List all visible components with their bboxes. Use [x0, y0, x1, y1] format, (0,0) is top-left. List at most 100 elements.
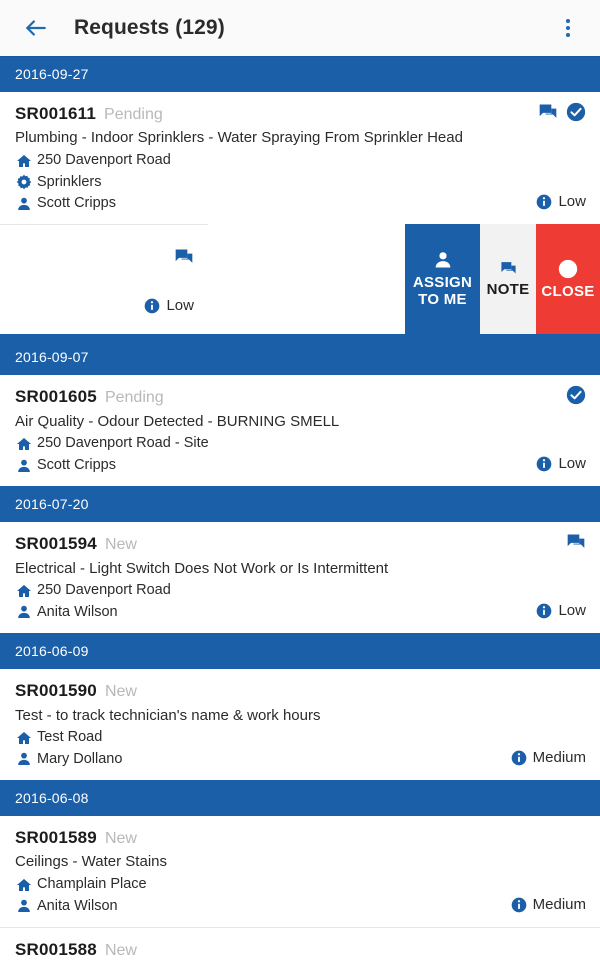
- arrow-left-icon: [23, 15, 49, 41]
- request-description: Plumbing - Indoor Sprinklers - Water Spr…: [15, 129, 463, 147]
- request-description: Air Quality - Odour Detected - BURNING S…: [15, 412, 340, 430]
- home-icon-wrap: [15, 583, 32, 600]
- request-assignee: Scott Cripps: [15, 195, 586, 212]
- request-row[interactable]: SR001605 Pending Air Quality - Odour Detec…: [0, 375, 600, 487]
- date-group-header: 2016-07-20: [0, 486, 600, 523]
- request-row[interactable]: SR001589 New Ceilings - Water Stains Champl…: [0, 816, 600, 927]
- home-icon: [16, 583, 32, 599]
- info-icon: [536, 603, 552, 619]
- check-circle-button[interactable]: [566, 385, 586, 405]
- more-vertical-icon: [566, 33, 570, 37]
- home-icon-wrap: [15, 729, 32, 746]
- request-title-line: SR001589 New: [15, 828, 586, 848]
- request-id: SR001594: [15, 534, 97, 554]
- person-icon: [16, 458, 32, 474]
- note-action-button[interactable]: NOTE: [480, 224, 536, 335]
- request-description: Ceilings - Water Stains: [15, 853, 167, 871]
- request-assignee-label: Anita Wilson: [37, 897, 118, 914]
- check-circle-button[interactable]: [566, 102, 586, 122]
- status-badge: New: [104, 830, 137, 848]
- priority-label: Medium: [532, 749, 586, 767]
- request-title-line: SR001590 New: [15, 681, 586, 701]
- status-badge: New: [104, 683, 137, 701]
- home-icon: [16, 436, 32, 452]
- status-badge: Pending: [104, 106, 163, 123]
- request-row[interactable]: SR001590 New Test - to track technician's …: [0, 669, 600, 781]
- check-circle-icon: [566, 385, 586, 405]
- person-icon: [433, 250, 453, 270]
- request-status-icons: [566, 385, 586, 405]
- request-row[interactable]: SR001610 Be Opened or Closed Low ASSIGN TO …: [0, 224, 600, 335]
- assign-action-button[interactable]: ASSIGN TO ME: [405, 224, 480, 335]
- request-status-icons: [174, 247, 194, 267]
- request-title-line: SR001605 Pending: [15, 387, 586, 407]
- comment-icon: [500, 260, 517, 277]
- back-button[interactable]: [16, 8, 56, 48]
- comment-icon: [566, 532, 586, 552]
- home-icon-wrap: [15, 876, 32, 893]
- person-icon-wrap: [15, 604, 32, 621]
- request-location-label: 250 Davenport Road: [37, 582, 171, 599]
- date-group-label: 2016-07-20: [15, 496, 89, 513]
- request-row-content[interactable]: SR001611 Pending Plumbing - Indoor Sprinkl…: [0, 92, 600, 225]
- comment-button[interactable]: [566, 532, 586, 552]
- status-badge: Pending: [104, 389, 164, 407]
- date-group-label: 2016-06-09: [15, 643, 89, 660]
- request-status-icons: [538, 102, 586, 122]
- page-title: Requests (129): [74, 16, 225, 39]
- comment-icon: [174, 247, 194, 267]
- close-action-button[interactable]: CLOSE: [536, 224, 600, 335]
- request-location: 250 Davenport Road: [15, 582, 586, 599]
- date-group-label: 2016-09-07: [15, 349, 89, 366]
- request-row-content[interactable]: SR001605 Pending Air Quality - Odour Detec…: [0, 375, 600, 487]
- date-group-label: 2016-06-08: [15, 790, 89, 807]
- date-group-header: 2016-09-07: [0, 339, 600, 376]
- request-id: SR001589: [15, 828, 97, 848]
- person-icon: [16, 196, 32, 212]
- request-row-content[interactable]: SR001594 New Electrical - Light Switch Doe…: [0, 522, 600, 634]
- request-location-label: 250 Davenport Road - Site: [37, 435, 209, 452]
- request-asset: Sprinklers: [15, 174, 586, 191]
- request-assignee: Mary Dollano: [15, 751, 586, 768]
- request-title-line: SR001594 New: [15, 534, 586, 554]
- requests-list[interactable]: 2016-09-27 SR001611 Pending Plumbing - Indo…: [0, 56, 600, 960]
- request-row[interactable]: SR001588NewDoors - Exterior - Broken, Of…: [0, 927, 600, 960]
- close-action-label: CLOSE: [541, 282, 595, 300]
- note-action-label: NOTE: [486, 281, 530, 299]
- priority-label: Low: [166, 297, 194, 315]
- request-row-content[interactable]: SR001589 New Ceilings - Water Stains Champl…: [0, 816, 600, 927]
- date-group-header: 2016-06-08: [0, 780, 600, 817]
- date-group-header: 2016-09-27: [0, 56, 600, 92]
- comment-button[interactable]: [174, 247, 194, 267]
- home-icon: [16, 877, 32, 893]
- assign-action-label: ASSIGN TO ME: [412, 274, 473, 308]
- person-icon: [16, 751, 32, 767]
- swipe-action-bar: ASSIGN TO ME NOTE CLOSE: [405, 224, 600, 335]
- info-icon: [536, 456, 552, 472]
- home-icon: [16, 730, 32, 746]
- request-location-label: Test Road: [37, 729, 103, 746]
- info-icon: [511, 897, 527, 913]
- request-location-label: 250 Davenport Road: [37, 152, 171, 169]
- request-row-content[interactable]: SR001610 Be Opened or Closed Low: [0, 224, 208, 335]
- request-assignee-label: Scott Cripps: [37, 194, 116, 211]
- request-assignee: Anita Wilson: [15, 898, 586, 915]
- info-icon: [511, 750, 527, 766]
- info-icon: [144, 298, 160, 314]
- request-row-content[interactable]: SR001590 New Test - to track technician's …: [0, 669, 600, 781]
- request-location: 250 Davenport Road - Site: [15, 435, 586, 452]
- request-id: SR001590: [15, 681, 97, 701]
- request-title-line: SR001610: [0, 251, 194, 271]
- request-row-content[interactable]: SR001588NewDoors - Exterior - Broken, Of…: [0, 927, 600, 960]
- priority-indicator: Medium: [511, 749, 586, 766]
- asset-icon-wrap: [15, 174, 32, 191]
- request-description: Test - to track technician's name & work…: [15, 706, 321, 724]
- priority-label: Low: [558, 455, 586, 473]
- request-asset-label: Sprinklers: [37, 173, 102, 190]
- request-row[interactable]: SR001611 Pending Plumbing - Indoor Sprinkl…: [0, 92, 600, 225]
- comment-button[interactable]: [538, 102, 558, 122]
- request-row[interactable]: SR001594 New Electrical - Light Switch Doe…: [0, 522, 600, 634]
- check-circle-icon: [558, 259, 578, 279]
- overflow-menu-button[interactable]: [550, 6, 586, 50]
- request-assignee-label: Scott Cripps: [37, 456, 116, 473]
